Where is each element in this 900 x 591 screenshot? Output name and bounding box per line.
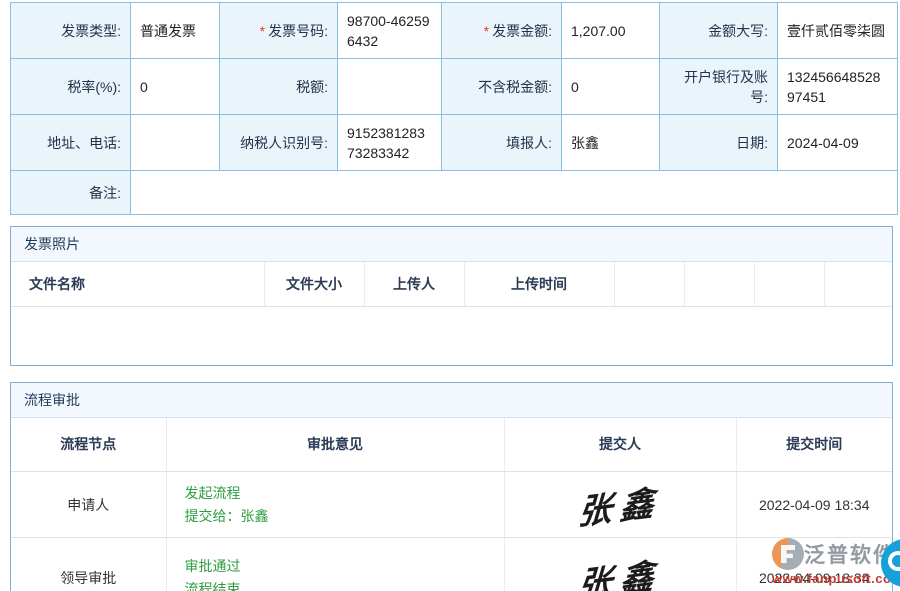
tax-rate-value: 0 <box>131 59 220 115</box>
tax-rate-label-cell: 税率(%): <box>11 59 131 115</box>
column-header-file-size: 文件大小 <box>264 262 364 306</box>
remark-label: 备注: <box>89 185 121 201</box>
taxpayer-id-label-cell: 纳税人识别号: <box>220 115 338 171</box>
column-header-upload-time: 上传时间 <box>464 262 614 306</box>
approval-flow-panel-title: 流程审批 <box>11 383 892 418</box>
flow-node-applicant: 申请人 <box>11 472 166 538</box>
tax-amount-label: 税额: <box>296 79 328 95</box>
column-header-empty-3 <box>754 262 824 306</box>
photo-table-header-row: 文件名称 文件大小 上传人 上传时间 <box>11 262 892 306</box>
filler-value: 张鑫 <box>562 115 660 171</box>
submit-time: 2022-04-09 18:34 <box>736 472 892 538</box>
date-label-cell: 日期: <box>660 115 778 171</box>
column-header-submitter: 提交人 <box>504 418 736 472</box>
approval-table-header-row: 流程节点 审批意见 提交人 提交时间 <box>11 418 892 472</box>
date-value: 2024-04-09 <box>778 115 898 171</box>
invoice-row-remark: 备注: <box>11 171 898 215</box>
submitter-signature-cell: 张鑫 <box>504 472 736 538</box>
invoice-type-label: 发票类型: <box>61 23 121 39</box>
flow-node-leader: 领导审批 <box>11 538 166 591</box>
invoice-number-label-cell: *发票号码: <box>220 3 338 59</box>
handwritten-signature: 张鑫 <box>577 475 663 535</box>
amount-words-label-cell: 金额大写: <box>660 3 778 59</box>
remark-label-cell: 备注: <box>11 171 131 215</box>
approval-opinion-cell: 发起流程 提交给：张鑫 <box>166 472 504 538</box>
opinion-start-flow: 发起流程 <box>185 482 498 505</box>
invoice-photo-panel-title: 发票照片 <box>11 227 892 262</box>
filler-label: 填报人: <box>506 135 552 151</box>
invoice-type-value: 普通发票 <box>131 3 220 59</box>
address-phone-value <box>131 115 220 171</box>
address-phone-label-cell: 地址、电话: <box>11 115 131 171</box>
invoice-row-1: 发票类型: 普通发票 *发票号码: 98700-462596432 *发票金额:… <box>11 3 898 59</box>
invoice-amount-value: 1,207.00 <box>562 3 660 59</box>
date-label: 日期: <box>736 135 768 151</box>
column-header-approval-opinion: 审批意见 <box>166 418 504 472</box>
column-header-flow-node: 流程节点 <box>11 418 166 472</box>
handwritten-signature: 张鑫 <box>577 548 663 591</box>
column-header-empty-1 <box>614 262 684 306</box>
bank-account-label-cell: 开户银行及账号: <box>660 59 778 115</box>
required-asterisk: * <box>260 23 265 39</box>
amount-words-label: 金额大写: <box>708 23 768 39</box>
opinion-flow-end: 流程结束 <box>185 578 498 591</box>
column-header-file-name: 文件名称 <box>11 262 264 306</box>
tax-amount-label-cell: 税额: <box>220 59 338 115</box>
column-header-empty-2 <box>684 262 754 306</box>
invoice-type-label-cell: 发票类型: <box>11 3 131 59</box>
excl-tax-label-cell: 不含税金额: <box>442 59 562 115</box>
column-header-uploader: 上传人 <box>364 262 464 306</box>
column-header-submit-time: 提交时间 <box>736 418 892 472</box>
column-header-empty-4 <box>824 262 892 306</box>
invoice-row-2: 税率(%): 0 税额: 不含税金额: 0 开户银行及账号: 132456648… <box>11 59 898 115</box>
invoice-photo-table: 文件名称 文件大小 上传人 上传时间 <box>11 262 892 307</box>
contact-icon <box>888 551 900 571</box>
approval-flow-panel: 流程审批 流程节点 审批意见 提交人 提交时间 申请人 发起流程 提交给：张鑫 … <box>10 382 893 591</box>
invoice-amount-label-cell: *发票金额: <box>442 3 562 59</box>
taxpayer-id-label: 纳税人识别号: <box>240 135 328 151</box>
invoice-row-3: 地址、电话: 纳税人识别号: 915238128373283342 填报人: 张… <box>11 115 898 171</box>
approval-row-applicant: 申请人 发起流程 提交给：张鑫 张鑫 2022-04-09 18:34 <box>11 472 892 538</box>
excl-tax-value: 0 <box>562 59 660 115</box>
invoice-detail-table: 发票类型: 普通发票 *发票号码: 98700-462596432 *发票金额:… <box>10 2 898 215</box>
bank-account-value: 13245664852897451 <box>778 59 898 115</box>
remark-value <box>131 171 898 215</box>
invoice-number-label: 发票号码: <box>268 23 328 39</box>
opinion-approved: 审批通过 <box>185 555 498 578</box>
submitter-signature-cell: 张鑫 <box>504 538 736 591</box>
photo-table-empty-body <box>11 307 892 365</box>
invoice-number-value: 98700-462596432 <box>338 3 442 59</box>
amount-words-value: 壹仟贰佰零柒圆 <box>778 3 898 59</box>
invoice-photo-panel: 发票照片 文件名称 文件大小 上传人 上传时间 <box>10 226 893 366</box>
filler-label-cell: 填报人: <box>442 115 562 171</box>
tax-rate-label: 税率(%): <box>67 79 121 95</box>
bank-account-label: 开户银行及账号: <box>684 69 768 105</box>
tax-amount-value <box>338 59 442 115</box>
excl-tax-label: 不含税金额: <box>478 79 552 95</box>
approval-opinion-cell: 审批通过 流程结束 <box>166 538 504 591</box>
approval-flow-table: 流程节点 审批意见 提交人 提交时间 申请人 发起流程 提交给：张鑫 张鑫 20… <box>11 418 892 591</box>
required-asterisk: * <box>484 23 489 39</box>
submit-time: 2022-04-09 18:34 <box>736 538 892 591</box>
taxpayer-id-value: 915238128373283342 <box>338 115 442 171</box>
address-phone-label: 地址、电话: <box>47 135 121 151</box>
approval-row-leader: 领导审批 审批通过 流程结束 张鑫 2022-04-09 18:34 <box>11 538 892 591</box>
opinion-submitted-to: 提交给：张鑫 <box>185 505 498 528</box>
invoice-amount-label: 发票金额: <box>492 23 552 39</box>
